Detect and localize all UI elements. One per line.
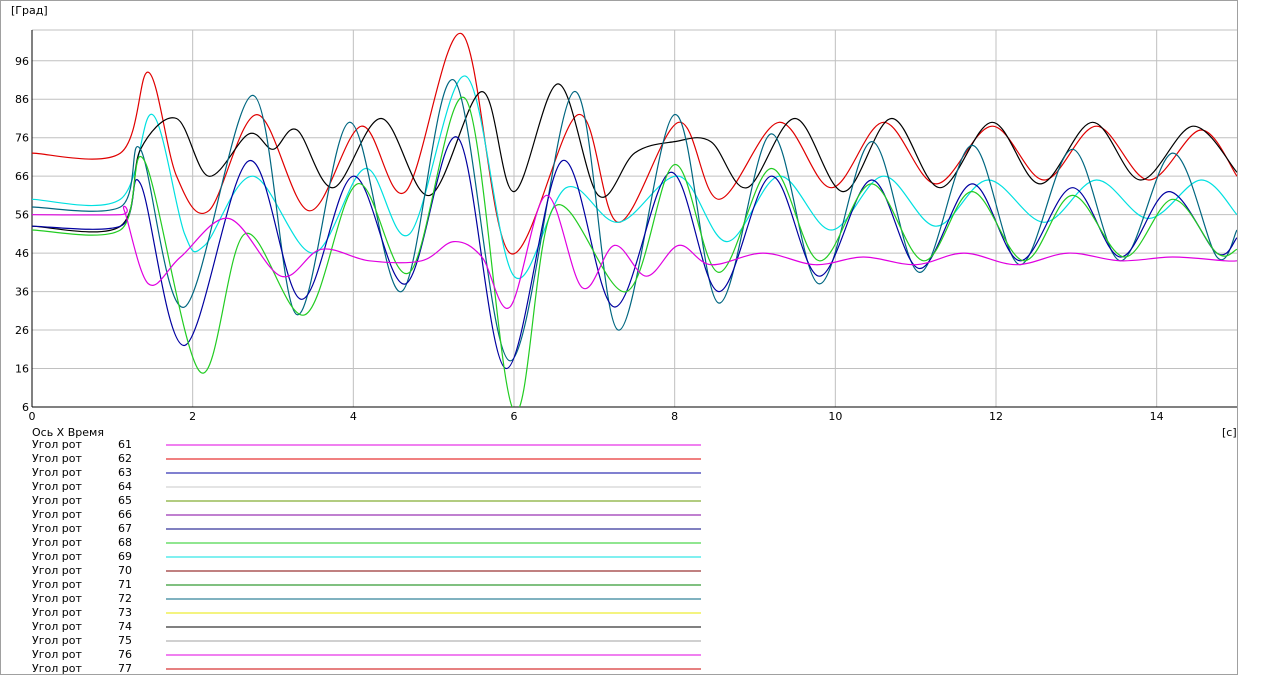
legend-series-id: 71 (118, 578, 132, 591)
legend-series-id: 64 (118, 480, 132, 493)
series-line (32, 79, 1237, 362)
legend-series-name: Угол рот (32, 648, 82, 661)
x-tick-label: 10 (828, 410, 842, 423)
legend-series-id: 61 (118, 438, 132, 451)
legend-series-id: 70 (118, 564, 132, 577)
legend-series-id: 75 (118, 634, 132, 647)
x-unit-label: [с] (1222, 426, 1237, 439)
legend-series-name: Угол рот (32, 662, 82, 674)
legend-series-name: Угол рот (32, 438, 82, 451)
line-chart: [Град] [с] Ось X Время 0 2 4 6 8 10 12 14616263… (11, 4, 1237, 675)
legend-series-id: 72 (118, 592, 132, 605)
x-tick-label: 8 (671, 410, 678, 423)
x-tick-label: 6 (511, 410, 518, 423)
grid-lines (32, 29, 1237, 408)
legend-series-id: 73 (118, 606, 132, 619)
y-tick-label: 26 (15, 324, 29, 337)
axes (31, 30, 1237, 408)
legend-series-name: Угол рот (32, 536, 82, 549)
legend-series-id: 63 (118, 466, 132, 479)
legend-series-id: 66 (118, 508, 132, 521)
legend-series-id: 62 (118, 452, 132, 465)
legend-series-id: 69 (118, 550, 132, 563)
y-tick-label: 96 (15, 55, 29, 68)
legend-series-id: 68 (118, 536, 132, 549)
legend-series-id: 77 (118, 662, 132, 674)
tick-labels: 0 2 4 6 8 10 12 146162636465666768696 (15, 55, 1164, 423)
y-tick-label: 66 (15, 170, 29, 183)
x-tick-label: 12 (989, 410, 1003, 423)
chart-frame: [Град] [с] Ось X Время 0 2 4 6 8 10 12 14 6 16 26 3… (0, 0, 1238, 675)
legend-series-name: Угол рот (32, 522, 82, 535)
legend-series-id: 67 (118, 522, 132, 535)
legend-series-name: Угол рот (32, 508, 82, 521)
legend-series-name: Угол рот (32, 564, 82, 577)
legend-series-name: Угол рот (32, 578, 82, 591)
y-tick-label: 86 (15, 93, 29, 106)
y-tick-label: 36 (15, 286, 29, 299)
legend-series-name: Угол рот (32, 480, 82, 493)
legend-series-name: Угол рот (32, 620, 82, 633)
legend-series-id: 65 (118, 494, 132, 507)
legend: Угол рот 61 Угол рот 62 Угол рот 63 Угол рот 64… (32, 438, 701, 675)
x-tick-label: 2 (189, 410, 196, 423)
legend-series-name: Угол рот (32, 494, 82, 507)
series-line (32, 83, 1237, 233)
legend-series-name: Угол рот (32, 634, 82, 647)
legend-series-name: Угол рот (32, 606, 82, 619)
plot-area (32, 33, 1237, 407)
legend-series-name: Угол рот (32, 466, 82, 479)
legend-series-name: Угол рот (32, 452, 82, 465)
y-tick-label: 76 (15, 132, 29, 145)
y-tick-label: 6 (22, 401, 29, 414)
legend-series-name: Угол рот (32, 550, 82, 563)
y-tick-label: 56 (15, 209, 29, 222)
y-tick-label: 16 (15, 363, 29, 376)
legend-series-id: 76 (118, 648, 132, 661)
y-tick-label: 46 (15, 247, 29, 260)
x-tick-label: 0 (29, 410, 36, 423)
x-tick-label: 4 (350, 410, 357, 423)
legend-series-id: 74 (118, 620, 132, 633)
y-unit-label: [Град] (11, 4, 48, 17)
x-tick-label: 14 (1150, 410, 1164, 423)
legend-series-name: Угол рот (32, 592, 82, 605)
